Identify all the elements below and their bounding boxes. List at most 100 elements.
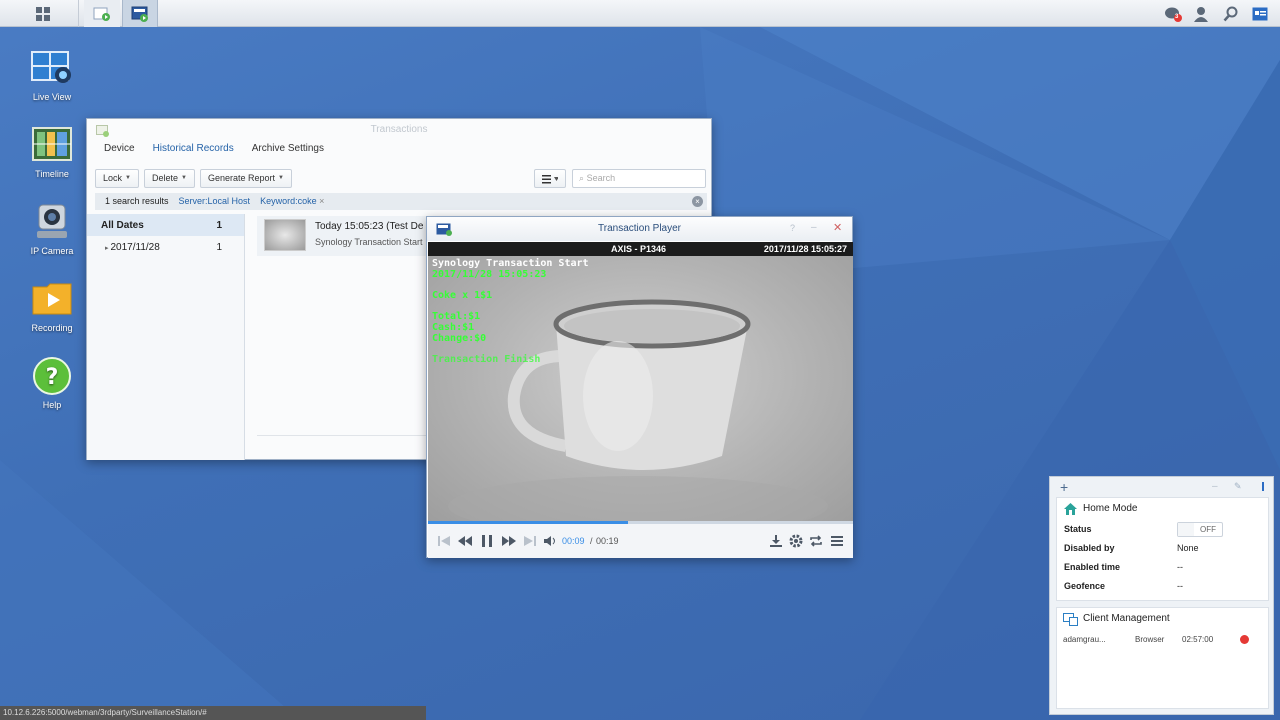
overlay-line: Cash:$1 [432, 322, 475, 333]
result-subtitle: Synology Transaction Start [315, 237, 423, 247]
player-title: Transaction Player [427, 217, 852, 241]
desktop-icon-live-view[interactable]: Live View [22, 48, 82, 102]
home-mode-row: Status OFF [1057, 520, 1268, 539]
desktop-icon-label: Help [42, 400, 62, 410]
skip-to-start-icon[interactable] [437, 535, 451, 547]
fast-forward-icon[interactable] [501, 535, 517, 547]
client-row: adamgrau... Browser 02:57:00 [1057, 630, 1268, 650]
transactions-app-icon [96, 125, 109, 137]
main-menu-button[interactable] [25, 0, 61, 27]
clear-filter-icon[interactable]: × [692, 196, 703, 207]
transaction-player-app-icon [436, 223, 452, 236]
collapse-panel-icon[interactable] [1255, 482, 1264, 491]
caret-down-icon: ▼ [180, 175, 187, 181]
grid-icon [36, 6, 50, 21]
caret-down-icon: ▼ [277, 175, 284, 181]
total-time: 00:19 [596, 536, 619, 546]
desktop-icon-ip-camera[interactable]: IP Camera [22, 202, 82, 256]
skip-to-end-icon[interactable] [523, 535, 537, 547]
home-mode-row: Enabled time -- [1057, 558, 1268, 577]
tab-archive-settings[interactable]: Archive Settings [243, 143, 333, 159]
taskbar-player-button[interactable] [122, 0, 158, 27]
pin-icon[interactable]: ✎ [1234, 481, 1242, 492]
home-mode-row: Disabled by None [1057, 539, 1268, 558]
download-icon[interactable] [769, 534, 783, 548]
recording-icon [32, 283, 72, 315]
notification-badge: 3 [1175, 14, 1179, 20]
client-type: Browser [1135, 635, 1165, 644]
home-mode-card: Home Mode Status OFF Disabled by None Ena… [1056, 497, 1269, 601]
help-icon: ? [33, 357, 71, 395]
surveillance-app-icon [93, 7, 110, 21]
row-key: Disabled by [1064, 543, 1115, 553]
minimize-icon[interactable]: – [1212, 481, 1218, 492]
row-value: None [1177, 543, 1199, 553]
search-input[interactable]: ⌕ Search [572, 169, 706, 188]
home-icon [1064, 503, 1077, 515]
sidebar-item-date[interactable]: ▸ 2017/11/28 1 [87, 236, 244, 258]
search-icon [1223, 6, 1238, 21]
live-view-icon [31, 51, 71, 83]
tab-bar: Device Historical Records Archive Settin… [95, 143, 333, 159]
remove-keyword-icon[interactable]: × [319, 196, 324, 206]
sidebar-item-count: 1 [216, 241, 222, 253]
filter-bar: 1 search results Server:Local Host Keywo… [95, 193, 707, 210]
desktop-icon-label: Timeline [35, 169, 69, 179]
window-title: Transactions [370, 124, 428, 135]
widgets-icon [1252, 7, 1268, 20]
widgets-button[interactable] [1242, 0, 1278, 27]
caret-down-icon: ▼ [125, 175, 131, 181]
overlay-line: Change:$0 [432, 333, 487, 344]
overlay-line: 2017/11/28 15:05:23 [432, 269, 547, 280]
overlay-line: Synology Transaction Start [432, 258, 589, 269]
desktop-icon-label: IP Camera [30, 246, 74, 256]
monitor-icon [1063, 613, 1078, 626]
view-mode-button[interactable] [534, 169, 566, 188]
delete-button[interactable]: Delete ▼ [143, 169, 195, 188]
taskbar-surveillance-button[interactable] [84, 0, 120, 27]
delete-label: Delete [151, 173, 178, 183]
result-count: 1 search results [105, 196, 169, 206]
home-mode-row: Geofence -- [1057, 577, 1268, 596]
minimize-icon[interactable]: – [811, 222, 817, 233]
chat-bubble-icon [1165, 7, 1182, 22]
transaction-player-window: Transaction Player ? – ✕ AXIS - P1346 20… [426, 216, 853, 558]
help-icon[interactable]: ? [790, 223, 795, 233]
disconnect-icon[interactable] [1240, 635, 1249, 644]
overlay-line: Transaction Finish [432, 354, 541, 365]
report-label: Generate Report [207, 173, 275, 183]
desktop-icon-help[interactable]: ? Help [22, 356, 82, 410]
filter-chip-keyword[interactable]: Keyword:coke × [260, 193, 324, 210]
desktop-icon-recording[interactable]: Recording [22, 279, 82, 333]
generate-report-button[interactable]: Generate Report ▼ [199, 169, 292, 188]
volume-icon[interactable] [543, 535, 557, 547]
tab-historical-records[interactable]: Historical Records [144, 143, 243, 159]
lock-button[interactable]: Lock ▼ [95, 169, 139, 188]
video-info-bar: AXIS - P1346 2017/11/28 15:05:27 [428, 242, 853, 256]
desktop-icon-label: Live View [32, 92, 72, 102]
filter-chip-server[interactable]: Server:Local Host [179, 193, 251, 210]
sidebar-item-all-dates[interactable]: All Dates 1 [87, 214, 244, 236]
add-widget-icon[interactable]: + [1060, 479, 1068, 495]
pause-icon[interactable] [481, 534, 493, 548]
gear-icon[interactable] [789, 534, 803, 548]
rewind-icon[interactable] [457, 535, 473, 547]
divider [257, 435, 427, 436]
row-value: -- [1177, 581, 1183, 591]
sidebar-item-label: All Dates [101, 219, 144, 231]
client-user: adamgrau... [1063, 635, 1106, 644]
status-toggle[interactable]: OFF [1177, 522, 1223, 537]
repeat-icon[interactable] [809, 534, 823, 548]
current-time: 00:09 [562, 536, 585, 546]
timeline-icon [32, 127, 72, 161]
desktop: 3 Live View Timeline IP Camera Recording… [0, 0, 1280, 720]
toggle-knob [1178, 523, 1194, 536]
tab-device[interactable]: Device [95, 143, 144, 159]
search-icon: ⌕ [579, 173, 585, 183]
lock-label: Lock [103, 173, 123, 183]
overlay-line: Total:$1 [432, 311, 481, 322]
close-icon[interactable]: ✕ [833, 221, 842, 234]
desktop-icon-timeline[interactable]: Timeline [22, 125, 82, 179]
list-icon[interactable] [830, 535, 844, 547]
result-item[interactable]: Today 15:05:23 (Test De Synology Transac… [257, 216, 437, 256]
